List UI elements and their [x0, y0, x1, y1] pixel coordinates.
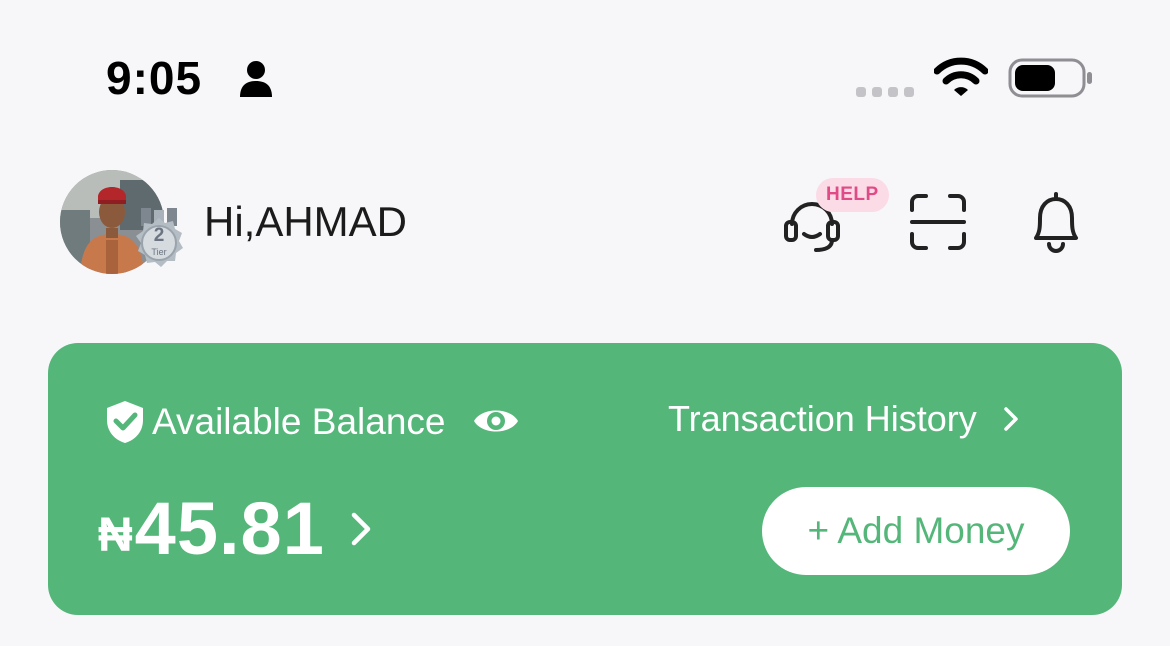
chevron-right-icon — [1004, 407, 1018, 431]
tier-number: 2 — [153, 225, 165, 246]
bell-icon[interactable] — [1028, 190, 1084, 254]
help-badge: HELP — [816, 178, 889, 212]
currency-symbol: ₦ — [98, 509, 133, 562]
shield-check-icon — [107, 401, 143, 443]
status-time: 9:05 — [106, 52, 203, 104]
chevron-right-icon — [351, 512, 371, 546]
eye-icon[interactable] — [472, 401, 520, 441]
greeting: Hi,AHMAD — [204, 198, 408, 245]
tier-badge[interactable]: 2 Tier — [130, 208, 188, 274]
scan-icon[interactable] — [908, 192, 968, 252]
balance-amount-row[interactable]: ₦ 45.81 — [98, 489, 373, 569]
balance-amount: 45.81 — [134, 487, 325, 570]
transaction-history-label: Transaction History — [668, 398, 977, 439]
balance-label: Available Balance — [152, 401, 446, 442]
tier-label: Tier — [151, 247, 167, 257]
balance-card: Available Balance Transaction History ₦ … — [48, 343, 1122, 615]
help-button[interactable]: HELP — [782, 176, 889, 256]
wifi-icon — [934, 57, 988, 96]
signal-dots-icon — [856, 87, 914, 97]
person-icon — [240, 61, 272, 97]
add-money-button[interactable]: + Add Money — [762, 487, 1070, 575]
battery-icon — [1008, 58, 1092, 98]
transaction-history-link[interactable]: Transaction History — [668, 395, 1021, 443]
